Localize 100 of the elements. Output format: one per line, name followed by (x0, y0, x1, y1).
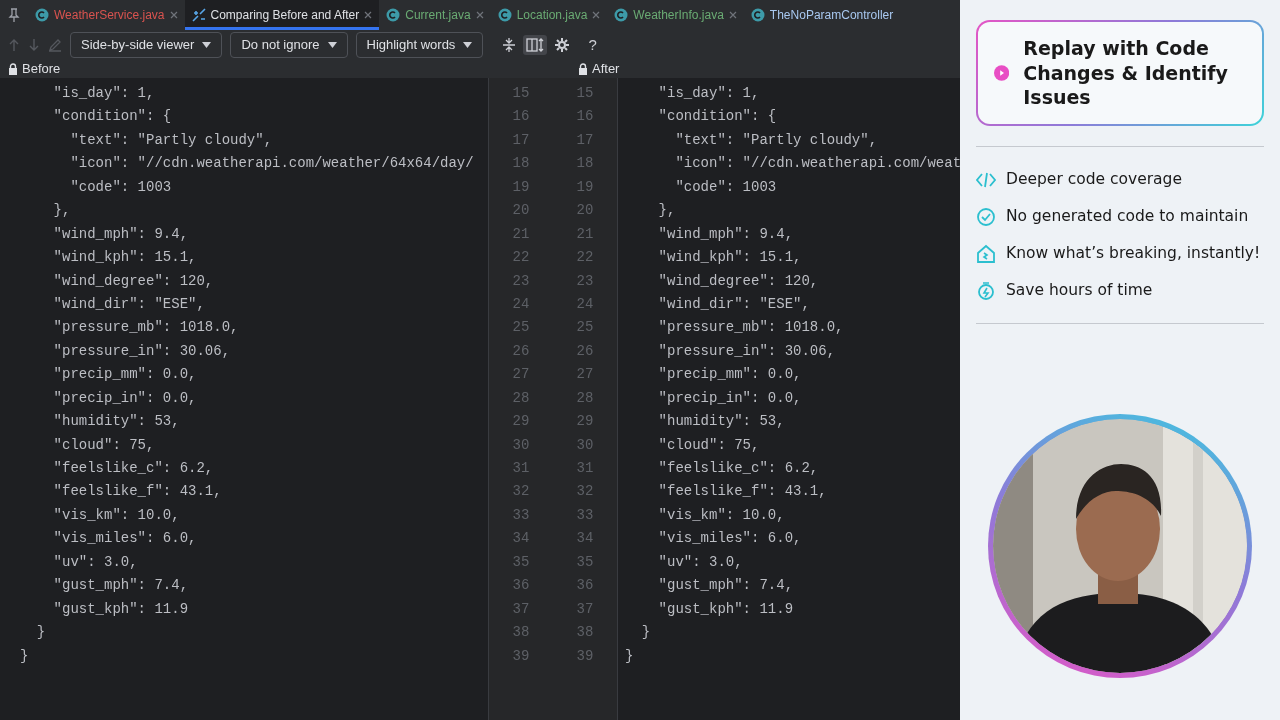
code-line: "wind_mph": 9.4, (52, 224, 190, 244)
line-number: 26 (575, 341, 595, 361)
dropdown[interactable]: Side-by-side viewer (70, 32, 223, 58)
code-line: "precip_mm": 0.0, (657, 365, 803, 385)
promo-title: Replay with Code Changes & Identify Issues (1023, 36, 1229, 111)
up-arrow-icon[interactable] (8, 38, 20, 52)
feature-text: Deeper code coverage (1006, 168, 1182, 190)
editor-tab[interactable]: WeatherService.java (28, 0, 185, 30)
code-line: } (20, 646, 30, 666)
code-line: "feelslike_f": 43.1, (657, 482, 828, 502)
code-line: "precip_mm": 0.0, (52, 365, 198, 385)
help-button[interactable]: ? (585, 31, 600, 59)
code-line: "uv": 3.0, (657, 552, 744, 572)
dropdown[interactable]: Do not ignore (230, 32, 348, 58)
code-line: } (625, 646, 635, 666)
code-line: "wind_dir": "ESE", (657, 294, 811, 314)
side-by-side-icon (526, 37, 545, 53)
line-number: 35 (575, 552, 595, 572)
code-line: "is_day": 1, (657, 84, 761, 103)
editor-tab[interactable]: Current.java (379, 0, 491, 30)
down-arrow-icon[interactable] (28, 38, 40, 52)
caret-icon (463, 42, 473, 48)
code-line: "cloud": 75, (52, 435, 156, 455)
class-icon (386, 8, 401, 22)
line-number: 36 (575, 576, 595, 596)
diff-icon (191, 8, 206, 22)
code-line: "wind_kph": 15.1, (657, 248, 803, 268)
line-number: 31 (511, 459, 531, 478)
code-line: "precip_in": 0.0, (657, 388, 803, 408)
editor-tab[interactable]: Comparing Before and After (184, 0, 380, 30)
side-by-side-button[interactable] (523, 35, 548, 55)
line-number: 27 (511, 365, 531, 385)
line-number: 24 (575, 294, 595, 314)
line-number: 38 (511, 623, 531, 643)
line-number: 37 (511, 599, 531, 619)
line-number: 23 (511, 271, 531, 291)
code-line: "wind_degree": 120, (52, 271, 215, 291)
code-line: "feelslike_f": 43.1, (52, 482, 223, 502)
code-line: "text": "Partly cloudy", (674, 130, 879, 150)
line-number: 28 (511, 388, 531, 408)
close-icon[interactable] (592, 11, 601, 19)
code-line: "precip_in": 0.0, (52, 388, 198, 408)
code-line: "gust_kph": 11.9 (52, 599, 190, 619)
line-number: 24 (511, 294, 531, 314)
code-line: "is_day": 1, (52, 84, 156, 103)
line-number: 15 (575, 84, 595, 103)
editor-tab[interactable]: WeatherInfo.java (607, 0, 744, 30)
code-line: "feelslike_c": 6.2, (657, 459, 820, 478)
check-circle-icon (976, 206, 996, 227)
editor-tab[interactable]: Location.java (490, 0, 608, 30)
line-number: 25 (511, 318, 531, 338)
line-number: 19 (575, 177, 595, 197)
caret-icon (327, 42, 337, 48)
dropdown[interactable]: Highlight words (355, 32, 484, 58)
code-line: "icon": "//cdn.weatherapi.com/weat (674, 154, 960, 174)
code-line: }, (657, 201, 677, 221)
line-number: 34 (511, 529, 531, 549)
code-line: "pressure_in": 30.06, (657, 341, 837, 361)
line-number: 31 (575, 459, 595, 478)
code-line: "vis_km": 10.0, (52, 505, 181, 525)
pin-icon[interactable] (8, 8, 20, 22)
pane-title: Before (22, 60, 61, 79)
line-number: 37 (575, 599, 595, 619)
line-number: 32 (511, 482, 531, 502)
code-line: "pressure_mb": 1018.0, (52, 318, 240, 338)
close-icon[interactable] (169, 11, 178, 19)
line-number: 32 (575, 482, 595, 502)
line-number: 17 (575, 130, 595, 150)
line-number: 18 (575, 154, 595, 174)
line-number: 20 (575, 201, 595, 221)
close-icon[interactable] (475, 11, 484, 19)
code-line: "humidity": 53, (52, 412, 181, 432)
line-number: 29 (511, 412, 531, 432)
code-line: "vis_km": 10.0, (657, 505, 786, 525)
line-number: 35 (511, 552, 531, 572)
close-icon[interactable] (364, 11, 373, 19)
promo-card[interactable]: Replay with Code Changes & Identify Issues (976, 20, 1264, 127)
close-icon[interactable] (728, 11, 737, 19)
line-number: 17 (511, 130, 531, 150)
editor-tab[interactable]: TheNoParamController (743, 0, 901, 30)
line-number: 18 (511, 154, 531, 174)
code-line: "code": 1003 (674, 177, 778, 197)
pencil-icon[interactable] (48, 38, 62, 52)
code-line: "text": "Partly cloudy", (69, 130, 274, 150)
code-line: "wind_mph": 9.4, (657, 224, 795, 244)
code-line: "icon": "//cdn.weatherapi.com/weather/64x64/day/ (69, 154, 475, 174)
line-number: 26 (511, 341, 531, 361)
code-line: "wind_kph": 15.1, (52, 248, 198, 268)
line-number: 23 (575, 271, 595, 291)
line-number: 19 (511, 177, 531, 197)
code-line: "condition": { (657, 107, 778, 127)
class-icon (614, 8, 629, 22)
line-number: 33 (511, 505, 531, 525)
line-number: 16 (575, 107, 595, 127)
line-number: 39 (511, 646, 531, 666)
lock-icon (8, 63, 18, 75)
house-icon (976, 243, 996, 264)
code-line: "vis_miles": 6.0, (657, 529, 803, 549)
line-number: 36 (511, 576, 531, 596)
line-number: 21 (511, 224, 531, 244)
